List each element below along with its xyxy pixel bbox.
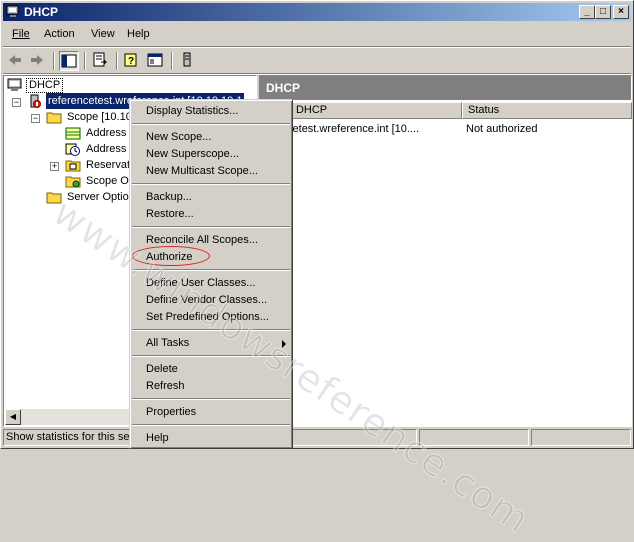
menu-item-set-predefined-options[interactable]: Set Predefined Options... [146,309,269,326]
dhcp-app-icon [6,5,19,17]
tree-label-address-leases: Address [86,143,127,155]
folder-icon [46,112,62,124]
menu-item-new-superscope[interactable]: New Superscope... [146,146,239,163]
scope-options-icon [65,176,81,188]
maximize-button[interactable]: □ [595,5,611,19]
expand-reservations-toggle[interactable]: + [50,162,59,171]
menu-item-restore[interactable]: Restore... [146,206,194,223]
forward-button[interactable] [28,51,48,71]
row-server-status: Not authorized [466,123,538,135]
toolbar-separator [84,52,86,70]
toolbar-separator [116,52,118,70]
tree-label-address-pool: Address [86,127,127,139]
toolbar-separator [53,52,55,70]
menu-item-backup[interactable]: Backup... [146,189,192,206]
menu-item-all-tasks-label: All Tasks [146,337,190,349]
menu-item-new-multicast-scope[interactable]: New Multicast Scope... [146,163,258,180]
menu-file-label: File [12,28,30,40]
collapse-server-toggle[interactable]: − [12,98,21,107]
title-bar[interactable]: DHCP _ □ × [3,3,631,21]
menu-item-properties[interactable]: Properties [146,404,196,421]
details-pane: DHCP nts of DHCP Status erencetest.wrefe… [259,75,632,427]
menu-item-refresh[interactable]: Refresh [146,378,185,395]
menu-divider [3,46,631,48]
menu-item-help[interactable]: Help [146,430,169,447]
menu-item-delete[interactable]: Delete [146,361,178,378]
back-button[interactable] [6,51,26,71]
window-title: DHCP [24,5,59,19]
menu-bar: File Action View Help [3,25,631,45]
help-icon: ? [124,53,137,67]
menu-separator [132,269,290,271]
menu-separator [132,355,290,357]
status-panel-4 [531,429,631,446]
toolbar: ? [3,49,631,73]
close-button[interactable]: × [613,5,629,19]
server-icon [183,52,191,67]
menu-separator [132,398,290,400]
status-panel-3 [419,429,529,446]
context-menu: Display Statistics... New Scope... New S… [129,99,293,449]
help-button[interactable]: ? [123,51,143,71]
action-pane-icon [147,53,163,67]
export-list-icon [93,52,108,67]
server-status-button[interactable] [178,51,198,71]
minimize-button[interactable]: _ [579,5,595,19]
tree-node-dhcp-root[interactable]: DHCP [7,77,247,93]
tree-label-scope: Scope [10.10 [67,111,132,123]
tree-label-reservations: Reservat [86,159,131,171]
show-hide-console-tree-button[interactable] [59,51,79,71]
export-list-button[interactable] [91,51,111,71]
dhcp-root-icon [7,78,22,91]
toolbar-separator [171,52,173,70]
menu-separator [132,123,290,125]
details-header: DHCP [260,76,631,100]
menu-item-define-user-classes[interactable]: Define User Classes... [146,275,255,292]
svg-text:?: ? [128,56,134,67]
show-hide-action-pane-button[interactable] [146,51,166,71]
address-pool-icon [65,127,81,140]
menu-separator [132,424,290,426]
authorize-highlight-oval [132,246,210,266]
dhcp-window: DHCP _ □ × File Action View Help ? DHCP … [0,0,634,449]
status-bar: Show statistics for this ser [3,429,631,446]
menu-item-new-scope[interactable]: New Scope... [146,129,211,146]
details-header-title: DHCP [266,81,301,95]
menu-action[interactable]: Action [44,28,75,40]
server-down-icon [30,94,41,108]
menu-file[interactable]: File [12,28,30,40]
server-options-icon [46,192,62,204]
menu-item-define-vendor-classes[interactable]: Define Vendor Classes... [146,292,267,309]
tree-label-server-options: Server Optio [67,191,129,203]
menu-item-display-statistics[interactable]: Display Statistics... [146,103,238,120]
menu-separator [132,183,290,185]
menu-separator [132,226,290,228]
back-arrow-icon [9,55,21,65]
forward-arrow-icon [31,55,43,65]
menu-item-all-tasks[interactable]: All Tasks [146,335,286,352]
tree-label-dhcp: DHCP [26,78,64,93]
column-header-status[interactable]: Status [462,102,632,119]
collapse-scope-toggle[interactable]: − [31,114,40,123]
submenu-arrow-icon [282,340,286,348]
scroll-left-button[interactable]: ◀ [5,409,21,425]
menu-help[interactable]: Help [127,28,150,40]
console-tree-icon [61,54,77,68]
menu-separator [132,329,290,331]
reservations-icon [65,160,81,172]
address-leases-icon [65,143,80,156]
menu-view[interactable]: View [91,28,115,40]
